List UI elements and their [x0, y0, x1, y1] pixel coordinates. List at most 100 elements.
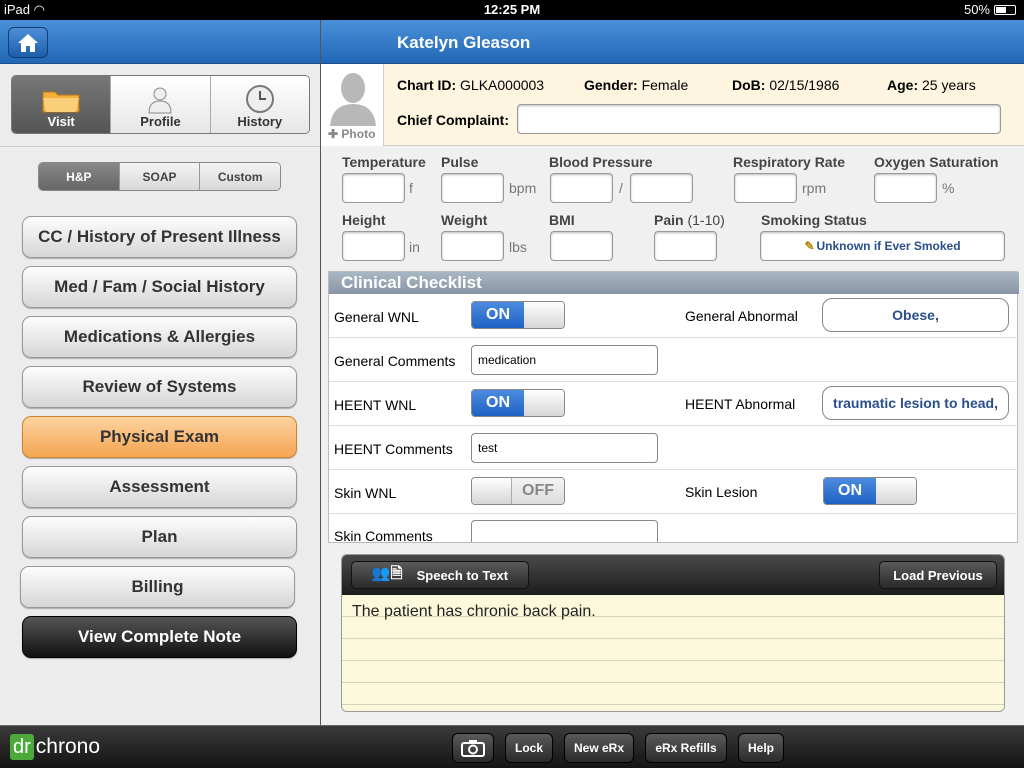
bottom-toolbar: dr chrono Lock New eRx eRx Refills Help: [0, 725, 1024, 768]
left-panel: Visit Profile History H&P SOAP Custom CC…: [0, 20, 320, 725]
nav-assessment[interactable]: Assessment: [22, 466, 297, 508]
heent-comments-input[interactable]: test: [471, 433, 658, 463]
help-button[interactable]: Help: [738, 733, 784, 763]
left-separator: [0, 146, 320, 147]
general-abnormal-field[interactable]: Obese,: [822, 298, 1009, 332]
temperature-label: Temperature: [342, 154, 426, 170]
battery-icon: [994, 4, 1016, 15]
skin-comments-input[interactable]: [471, 520, 658, 542]
pencil-icon: ✎: [804, 239, 815, 253]
weight-unit: lbs: [509, 239, 527, 255]
pulse-label: Pulse: [441, 154, 479, 170]
row-general-wnl: General WNL ON General Abnormal Obese,: [329, 294, 1019, 338]
notes-textarea[interactable]: The patient has chronic back pain.: [342, 595, 1004, 711]
age: Age: 25 years: [887, 77, 976, 93]
photo-label: ✚ Photo: [328, 127, 376, 141]
respiratory-rate-input[interactable]: [734, 173, 797, 203]
toggle-on-label: ON: [472, 390, 524, 416]
person-silhouette-icon: [330, 73, 376, 126]
lock-button[interactable]: Lock: [505, 733, 553, 763]
general-comments-input[interactable]: medication: [471, 345, 658, 375]
bmi-input[interactable]: [550, 231, 613, 261]
pulse-unit: bpm: [509, 180, 537, 196]
nav-review-of-systems[interactable]: Review of Systems: [22, 366, 297, 408]
respiratory-rate-unit: rpm: [802, 180, 827, 196]
camera-icon: [461, 740, 485, 757]
general-wnl-toggle[interactable]: ON: [471, 301, 565, 329]
status-battery: 50%: [964, 2, 1016, 17]
load-previous-button[interactable]: Load Previous: [879, 561, 997, 589]
speech-to-text-button[interactable]: 👥🗎 Speech to Text: [351, 561, 529, 589]
status-time: 12:25 PM: [483, 2, 541, 17]
bp-separator: /: [619, 180, 623, 196]
row-heent-wnl: HEENT WNL ON HEENT Abnormal traumatic le…: [329, 382, 1019, 426]
tab-history[interactable]: History: [210, 76, 309, 133]
height-label: Height: [342, 212, 386, 228]
height-input[interactable]: [342, 231, 405, 261]
chart-id: Chart ID: GLKA000003: [397, 77, 545, 93]
home-button[interactable]: [8, 27, 48, 58]
profile-icon: [148, 87, 172, 114]
toggle-knob: [472, 478, 512, 504]
note-type-segment: H&P SOAP Custom: [38, 162, 281, 191]
dob: DoB: 02/15/1986: [732, 77, 840, 93]
logo-dr: dr: [10, 734, 34, 760]
pain-label: Pain (1-10): [654, 212, 725, 228]
heent-abnormal-label: HEENT Abnormal: [685, 396, 796, 412]
view-complete-note-button[interactable]: View Complete Note: [22, 616, 297, 658]
bp-diastolic-input[interactable]: [630, 173, 693, 203]
nav-billing[interactable]: Billing: [20, 566, 295, 608]
chief-complaint-label: Chief Complaint:: [397, 112, 509, 128]
heent-wnl-label: HEENT WNL: [334, 397, 417, 413]
photo-button[interactable]: ✚ Photo: [321, 64, 384, 146]
pulse-input[interactable]: [441, 173, 504, 203]
tab-profile[interactable]: Profile: [111, 76, 211, 133]
segment-custom[interactable]: Custom: [200, 163, 280, 190]
nav-med-fam-social[interactable]: Med / Fam / Social History: [22, 266, 297, 308]
heent-abnormal-field[interactable]: traumatic lesion to head,: [822, 386, 1009, 420]
temperature-unit: f: [409, 180, 413, 196]
nav-medications-allergies[interactable]: Medications & Allergies: [22, 316, 297, 358]
camera-button[interactable]: [452, 733, 494, 763]
smoking-status-select[interactable]: ✎ Unknown if Ever Smoked: [760, 231, 1005, 261]
toggle-off-label: OFF: [512, 478, 564, 504]
respiratory-rate-label: Respiratory Rate: [733, 154, 846, 170]
general-abnormal-label: General Abnormal: [685, 308, 798, 324]
skin-lesion-label: Skin Lesion: [685, 484, 758, 500]
nav-cc-hpi[interactable]: CC / History of Present Illness: [22, 216, 297, 258]
patient-info: ✚ Photo Chart ID: GLKA000003 Gender: Fem…: [321, 64, 1024, 146]
home-icon: [18, 33, 38, 52]
nav-plan[interactable]: Plan: [22, 516, 297, 558]
bp-systolic-input[interactable]: [550, 173, 613, 203]
heent-comments-label: HEENT Comments: [334, 441, 453, 457]
toggle-on-label: ON: [824, 478, 876, 504]
pain-input[interactable]: [654, 231, 717, 261]
weight-input[interactable]: [441, 231, 504, 261]
general-comments-label: General Comments: [334, 353, 456, 369]
right-header: Katelyn Gleason: [321, 20, 1024, 64]
nav-physical-exam[interactable]: Physical Exam: [22, 416, 297, 458]
heent-wnl-toggle[interactable]: ON: [471, 389, 565, 417]
folder-icon: [42, 91, 80, 113]
segment-soap[interactable]: SOAP: [119, 163, 201, 190]
visit-tabs: Visit Profile History: [11, 75, 310, 134]
segment-hp[interactable]: H&P: [39, 163, 120, 190]
skin-lesion-toggle[interactable]: ON: [823, 477, 917, 505]
oxygen-saturation-label: Oxygen Saturation: [874, 154, 999, 170]
checklist-title: Clinical Checklist: [329, 272, 1019, 294]
oxygen-saturation-input[interactable]: [874, 173, 937, 203]
skin-wnl-toggle[interactable]: OFF: [471, 477, 565, 505]
chief-complaint-input[interactable]: [517, 104, 1001, 134]
row-heent-comments: HEENT Comments test: [329, 426, 1019, 470]
weight-label: Weight: [441, 212, 488, 228]
erx-refills-button[interactable]: eRx Refills: [645, 733, 727, 763]
patient-name: Katelyn Gleason: [397, 33, 531, 52]
status-device: iPad ◠: [4, 2, 45, 17]
row-skin-comments: Skin Comments: [329, 514, 1017, 542]
temperature-input[interactable]: [342, 173, 405, 203]
new-erx-button[interactable]: New eRx: [564, 733, 634, 763]
plus-icon: ✚: [328, 127, 339, 141]
toggle-knob: [524, 390, 564, 416]
speech-icon: 👥🗎: [371, 564, 403, 582]
tab-visit[interactable]: Visit: [12, 76, 112, 133]
